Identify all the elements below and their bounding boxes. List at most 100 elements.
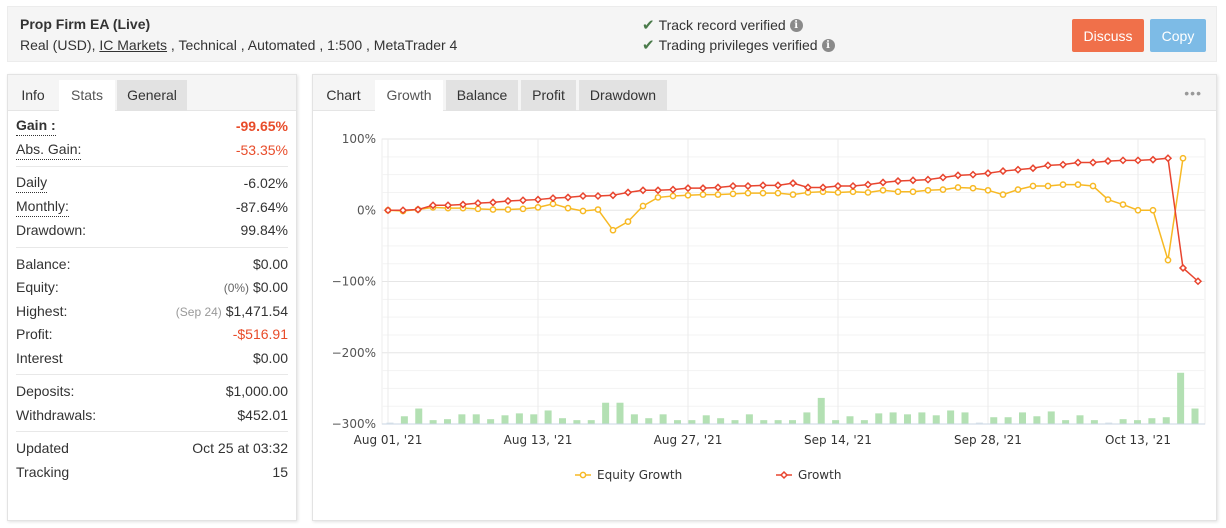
growth-point [608, 191, 618, 200]
equity-growth-point [594, 206, 602, 213]
bar [774, 420, 782, 424]
growth-point [938, 173, 948, 182]
equity-growth-point [864, 189, 872, 196]
equity-growth-point [1134, 206, 1142, 214]
legend-diamond-icon [779, 470, 789, 480]
bar [1076, 415, 1084, 424]
growth-point [863, 180, 873, 189]
divider [16, 166, 288, 167]
bar [1134, 420, 1141, 424]
equity-growth-point [879, 186, 887, 194]
stat-drawdown: Drawdown: 99.84% [16, 219, 288, 243]
stat-value: (0%) $0.00 [224, 276, 288, 300]
bar [1090, 420, 1098, 424]
growth-point [1073, 158, 1083, 167]
growth-chart: 100% 0% −100% −200% −300% Aug 01, '21 Aug 13,… [313, 112, 1218, 522]
copy-button[interactable]: Copy [1150, 19, 1206, 52]
tab-general[interactable]: General [117, 80, 187, 111]
tab-chart[interactable]: Chart [313, 80, 374, 111]
tab-stats[interactable]: Stats [59, 80, 115, 111]
growth-point [1163, 154, 1173, 163]
equity-growth-point [654, 194, 662, 201]
tab-profit[interactable]: Profit [521, 80, 576, 111]
bar [544, 410, 552, 424]
x-tick-label: Aug 01, '21 [354, 433, 423, 447]
equity-growth-point [519, 205, 527, 213]
bar [573, 420, 581, 424]
equity-growth-point [744, 189, 752, 197]
stat-gain: Gain : -99.65% [16, 115, 288, 139]
equity-growth-point [1179, 154, 1187, 162]
equity-growth-point [1164, 256, 1172, 264]
equity-growth-point [1059, 181, 1067, 188]
stats-panel: Info Stats General Gain : -99.65% Abs. G… [7, 74, 297, 521]
stat-label: Highest: [16, 302, 68, 319]
bar [458, 414, 466, 424]
legend-item-equity-growth[interactable]: Equity Growth [575, 468, 682, 482]
legend-item-growth[interactable]: Growth [776, 468, 841, 482]
equity-growth-point [924, 186, 932, 194]
equity-growth-point [969, 184, 977, 192]
stat-label[interactable]: Gain : [16, 117, 56, 136]
bar [1148, 418, 1156, 424]
equity-growth-point [684, 191, 692, 199]
stat-label: Equity: [16, 279, 59, 295]
x-axis: Aug 01, '21 Aug 13, '21 Aug 27, '21 Sep 14,… [354, 433, 1171, 447]
equity-growth-point [669, 192, 677, 200]
growth-point [503, 196, 513, 206]
discuss-button[interactable]: Discuss [1072, 19, 1144, 52]
stat-tracking: Tracking 15 [16, 461, 288, 485]
equity-growth-point [984, 186, 992, 194]
equity-growth-point [1149, 206, 1157, 214]
equity-growth-point [639, 202, 647, 210]
equity-growth-point [759, 189, 767, 197]
divider [16, 374, 288, 375]
broker-link[interactable]: IC Markets [99, 37, 167, 53]
equity-growth-point [699, 191, 707, 198]
tab-growth[interactable]: Growth [375, 80, 443, 111]
tab-drawdown[interactable]: Drawdown [579, 80, 667, 111]
stat-label: Tracking [16, 463, 70, 480]
stat-label: Drawdown: [16, 222, 87, 238]
tab-balance[interactable]: Balance [446, 80, 518, 111]
more-options-icon[interactable]: ••• [1184, 85, 1202, 101]
stats-tabbar: Info Stats General [8, 75, 296, 111]
equity-growth-point [1014, 186, 1022, 193]
y-tick-label: 0% [357, 203, 376, 217]
stat-label: Profit: [16, 326, 53, 342]
bar [1177, 372, 1185, 424]
tab-info[interactable]: Info [8, 80, 58, 111]
verification-label: Track record verified [658, 17, 786, 33]
equity-growth-point [1074, 181, 1082, 188]
bar [688, 420, 696, 424]
verification-label: Trading privileges verified [658, 37, 818, 53]
stat-withdrawals: Withdrawals: $452.01 [16, 404, 288, 428]
bar [789, 420, 796, 424]
stat-label[interactable]: Monthly: [16, 198, 69, 217]
check-icon: ✔ [642, 37, 655, 54]
bar [846, 416, 854, 424]
equity-growth-point [609, 226, 617, 234]
legend-label: Growth [798, 468, 841, 482]
growth-point [983, 169, 993, 178]
x-tick-label: Oct 13, '21 [1105, 433, 1171, 447]
info-icon[interactable]: i [821, 38, 835, 52]
bar [1191, 408, 1199, 424]
bar [1062, 420, 1070, 424]
stat-value: -87.64% [235, 198, 288, 215]
stat-equity: Equity: (0%) $0.00 [16, 276, 288, 300]
bar [932, 415, 940, 424]
equity-growth-point [1044, 182, 1052, 190]
bar [860, 420, 868, 424]
stat-label[interactable]: Abs. Gain: [16, 141, 82, 160]
divider [16, 246, 288, 248]
growth-point [1133, 156, 1143, 165]
growth-point [1028, 164, 1038, 173]
stat-label[interactable]: Daily [16, 174, 48, 193]
stat-value: 15 [272, 463, 288, 480]
info-icon[interactable]: i [789, 18, 803, 32]
stat-daily: Daily -6.02% [16, 172, 288, 196]
growth-point [1118, 156, 1128, 165]
growth-point [473, 199, 483, 208]
growth-point [1088, 158, 1098, 167]
